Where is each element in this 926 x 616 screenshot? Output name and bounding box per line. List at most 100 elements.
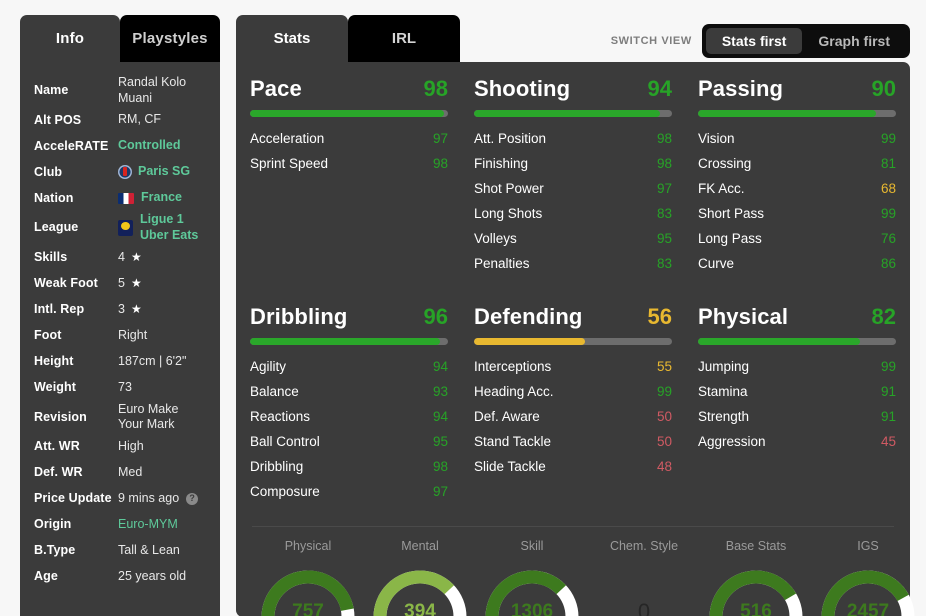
gauge-arc: 1306 bbox=[476, 563, 588, 616]
sub-stat-value: 94 bbox=[432, 359, 448, 374]
sub-stat-label: Ball Control bbox=[250, 434, 320, 449]
info-row: Revision Euro Make Your Mark bbox=[34, 401, 206, 434]
sub-stat-label: Stamina bbox=[698, 384, 748, 399]
info-row: Intl. Rep 3 ★ bbox=[34, 297, 206, 323]
sub-stat-value: 95 bbox=[432, 434, 448, 449]
gauge-label: Skill bbox=[520, 539, 544, 553]
sub-stat-label: Finishing bbox=[474, 156, 529, 171]
info-row: Age 25 years old bbox=[34, 564, 206, 590]
tab-stats[interactable]: Stats bbox=[236, 15, 348, 62]
info-row-key: Height bbox=[34, 354, 74, 368]
info-row: Weight 73 bbox=[34, 375, 206, 401]
sub-stat-value: 55 bbox=[656, 359, 672, 374]
sub-stat-row: Curve 86 bbox=[698, 251, 896, 276]
sub-stat-row: Long Pass 76 bbox=[698, 226, 896, 251]
sub-stat-value: 98 bbox=[432, 156, 448, 171]
info-row-value: 9 mins ago? bbox=[118, 491, 199, 507]
stat-block-header: Physical 82 bbox=[698, 304, 896, 330]
sub-stat-value: 45 bbox=[880, 434, 896, 449]
sub-stat-row: Def. Aware 50 bbox=[474, 404, 672, 429]
info-row-key: Intl. Rep bbox=[34, 302, 85, 316]
sub-stat-row: Reactions 94 bbox=[250, 404, 448, 429]
stat-category-score: 96 bbox=[423, 304, 448, 329]
sub-stat-row: Composure 97 bbox=[250, 479, 448, 504]
stat-progress-bar bbox=[474, 110, 672, 117]
stat-block: Physical 82 Jumping 99 Stamina 91 Strength 91 Ag… bbox=[694, 304, 900, 504]
stat-block-header: Passing 90 bbox=[698, 76, 896, 102]
info-row-key: Club bbox=[34, 164, 63, 179]
info-row-value: 5 ★ bbox=[118, 276, 142, 292]
help-icon[interactable]: ? bbox=[186, 492, 199, 505]
info-sidebar: Info Playstyles Name Randal Kolo Muani Alt… bbox=[20, 15, 220, 616]
info-row: Weak Foot 5 ★ bbox=[34, 271, 206, 297]
sub-stat-label: Heading Acc. bbox=[474, 384, 554, 399]
view-toggle[interactable]: Stats first Graph first bbox=[701, 24, 910, 58]
sub-stat-label: Def. Aware bbox=[474, 409, 540, 424]
sub-stat-value: 98 bbox=[656, 131, 672, 146]
sub-stat-row: Finishing 98 bbox=[474, 151, 672, 176]
sub-stat-value: 98 bbox=[432, 459, 448, 474]
stat-category-score: 94 bbox=[647, 76, 672, 101]
stat-block: Dribbling 96 Agility 94 Balance 93 Reactions 94… bbox=[246, 304, 452, 504]
gauge-label: IGS bbox=[857, 539, 879, 553]
sub-stat-label: Balance bbox=[250, 384, 299, 399]
sub-stat-value: 98 bbox=[656, 156, 672, 171]
info-row-key: Origin bbox=[34, 517, 72, 532]
gauge-arc: 516 bbox=[700, 563, 812, 616]
sub-stat-label: Sprint Speed bbox=[250, 156, 329, 171]
sub-stat-row: Stand Tackle 50 bbox=[474, 429, 672, 454]
gauge: Skill13064001600 bbox=[476, 539, 588, 616]
tab-playstyles[interactable]: Playstyles bbox=[120, 15, 220, 62]
ligue1-icon bbox=[118, 219, 133, 236]
info-row-key: League bbox=[34, 220, 79, 235]
sub-stat-label: Aggression bbox=[698, 434, 766, 449]
info-value-text: Euro-MYM bbox=[118, 516, 178, 531]
gauge-value: 1306 bbox=[510, 601, 554, 616]
stats-grid-row-2: Dribbling 96 Agility 94 Balance 93 Reactions 94… bbox=[246, 304, 900, 504]
gauge-value: 757 bbox=[292, 601, 324, 616]
info-row: Foot Right bbox=[34, 323, 206, 349]
tab-irl[interactable]: IRL bbox=[348, 15, 460, 62]
sub-stat-row: Att. Position 98 bbox=[474, 126, 672, 151]
sub-stat-value: 94 bbox=[432, 409, 448, 424]
sub-stat-row: Aggression 45 bbox=[698, 429, 896, 454]
league-name: Ligue 1 Uber Eats bbox=[140, 212, 198, 243]
sub-stat-label: Dribbling bbox=[250, 459, 304, 474]
info-row: Att. WR High bbox=[34, 434, 206, 460]
info-value-text: 3 bbox=[118, 301, 125, 316]
toggle-graph-first[interactable]: Graph first bbox=[802, 28, 906, 54]
sub-stat-row: Jumping 99 bbox=[698, 354, 896, 379]
info-value-text: 187cm | 6'2" bbox=[118, 353, 187, 368]
info-row-value: Euro Make Your Mark bbox=[118, 402, 206, 433]
tab-info[interactable]: Info bbox=[20, 15, 120, 62]
star-icon: ★ bbox=[130, 250, 142, 264]
chem-style-value: 0 bbox=[637, 599, 651, 616]
info-value-text: Euro Make Your Mark bbox=[118, 401, 179, 432]
stat-category-score: 98 bbox=[423, 76, 448, 101]
info-row-key: Age bbox=[34, 569, 58, 584]
stat-category-name: Shooting bbox=[474, 76, 571, 101]
info-value-text: 25 years old bbox=[118, 568, 187, 583]
stat-category-score: 56 bbox=[647, 304, 672, 329]
sub-stat-value: 97 bbox=[432, 131, 448, 146]
info-value-text: Med bbox=[118, 464, 143, 479]
sub-stat-value: 50 bbox=[656, 409, 672, 424]
sub-stat-value: 99 bbox=[880, 359, 896, 374]
info-row: Club Paris SG bbox=[34, 159, 206, 185]
sub-stat-row: Short Pass 99 bbox=[698, 201, 896, 226]
stat-block-header: Dribbling 96 bbox=[250, 304, 448, 330]
sub-stat-row: Interceptions 55 bbox=[474, 354, 672, 379]
sub-stat-row: Long Shots 83 bbox=[474, 201, 672, 226]
stats-panel: Pace 98 Acceleration 97 Sprint Speed 98 Shooti… bbox=[236, 62, 915, 616]
toggle-stats-first[interactable]: Stats first bbox=[705, 28, 803, 54]
stat-block-header: Pace 98 bbox=[250, 76, 448, 102]
info-row-value: Randal Kolo Muani bbox=[118, 75, 206, 106]
info-row: Nation France bbox=[34, 185, 206, 211]
sub-stat-label: Strength bbox=[698, 409, 750, 424]
gauge-arc: 394 bbox=[364, 563, 476, 616]
sidebar-tabs: Info Playstyles bbox=[20, 15, 220, 62]
info-row: Def. WR Med bbox=[34, 460, 206, 486]
sub-stat-label: Slide Tackle bbox=[474, 459, 546, 474]
info-row-key: Name bbox=[34, 83, 69, 98]
sub-stat-label: Long Shots bbox=[474, 206, 543, 221]
